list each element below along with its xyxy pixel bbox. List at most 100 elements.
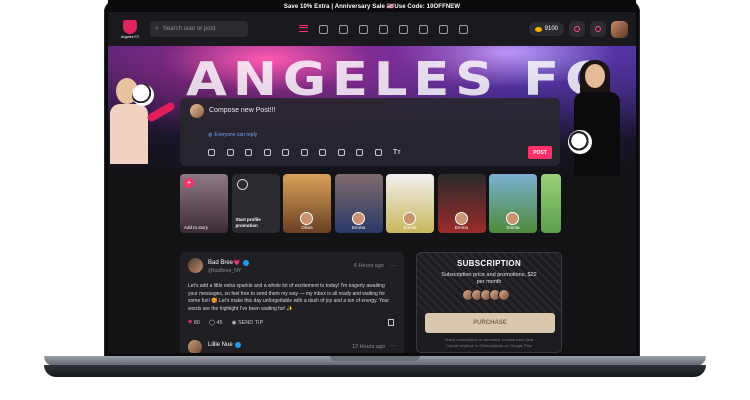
story-item[interactable]: Emma [386,174,434,233]
promotion-icon [236,179,248,190]
post-avatar[interactable] [188,340,202,353]
poll-icon[interactable] [282,149,289,156]
plus-icon: + [184,178,194,188]
calendar-icon[interactable] [337,149,345,156]
story-name: Emma [403,225,417,230]
banner-player-right [564,60,636,176]
gif-icon[interactable] [263,149,271,156]
laptop-base-lip [44,365,706,377]
messages-button[interactable] [590,21,606,37]
story-add[interactable]: + Add to story [180,174,228,233]
story-item[interactable]: Emma [489,174,537,233]
gift-icon[interactable] [419,24,428,34]
image-icon[interactable] [208,149,215,156]
tip-icon: ◉ [231,319,237,326]
post-actions: ♥ 80 ◯ 45 ◉ SEND TIP [188,319,263,326]
logo-label: Angeles FC [120,34,140,39]
compose-avatar [190,104,204,118]
subscription-title: SUBSCRIPTION [456,259,522,268]
story-avatar [506,212,519,225]
story-avatar [300,212,313,225]
verified-icon [234,342,241,348]
users-icon[interactable] [459,24,468,34]
verified-icon [242,259,249,266]
purchase-button[interactable]: PURCHASE [425,313,555,333]
post-time: 6 Hours ago [354,263,384,269]
bookmark-icon[interactable] [319,24,328,34]
story-avatar [351,212,365,225]
story-item[interactable] [540,174,561,233]
story-name: Start profile promotion [235,217,261,228]
video-icon[interactable] [359,24,368,34]
comment-button[interactable]: ◯ 45 [209,320,223,326]
message-icon [595,26,601,32]
banner-player-left [108,76,176,176]
gallery-icon[interactable] [379,24,388,34]
story-item[interactable]: Olivia [283,174,331,233]
like-count: 80 [193,320,200,326]
coins-balance[interactable]: 9100 [528,22,564,36]
search-input[interactable]: ⌕ Search user or post [150,21,248,37]
post-author-name: Lillie Nue [208,342,233,348]
post-avatar[interactable] [188,258,203,273]
story-name: Emma [351,225,365,230]
like-button[interactable]: ♥ 80 [188,319,200,326]
post-author-name: Bad Bree💗 [208,260,241,266]
heart-icon: ♥ [188,319,193,326]
live-icon[interactable] [439,24,448,34]
search-icon: ⌕ [155,25,159,32]
text-box-icon[interactable] [300,149,308,156]
video-icon[interactable] [226,149,234,156]
text-format-icon[interactable]: Tт [393,149,401,156]
story-item[interactable]: Emma [334,174,383,233]
top-nav: Angeles FC ⌕ Search user or post 9100 [108,12,636,46]
mention-icon[interactable] [356,149,363,156]
chart-icon[interactable] [399,24,408,34]
mic-icon[interactable] [245,149,252,156]
send-tip-button[interactable]: ◉ SEND TIP [232,320,264,326]
bookmark-icon[interactable] [388,319,394,326]
story-item[interactable]: Emma [437,174,486,233]
shield-logo-icon [123,19,137,34]
reply-visibility[interactable]: ◍ Everyone can reply [208,132,257,138]
subscription-desc: Subscription price and promotions, $22 p… [417,272,561,286]
laptop-notch [330,356,420,361]
story-promotion[interactable]: Start profile promotion [231,174,280,233]
nav-right: 9100 [528,20,628,38]
menu-icon[interactable] [299,24,308,32]
coin-icon [534,26,542,32]
avatar [498,289,510,301]
laptop-mockup: Save 10% Extra | Anniversary Sale 🇺🇸Use … [0,0,750,400]
nav-icon-group [299,24,468,34]
story-avatar [454,212,468,225]
compose-input[interactable]: Compose new Post!!! [209,107,276,114]
promo-banner[interactable]: Save 10% Extra | Anniversary Sale 🇺🇸Use … [108,0,636,12]
story-name: Olivia [301,225,313,230]
post-author[interactable]: Lillie Nue [208,342,241,348]
compose-box: Compose new Post!!! ◍ Everyone can reply… [180,98,560,166]
story-name: Emma [506,225,520,230]
compose-toolbar: Tт [208,149,401,156]
subscription-note: Yearly subscription is cancelled, renews… [421,337,557,348]
bell-icon [574,26,580,32]
profile-avatar[interactable] [611,20,628,38]
more-options-icon[interactable]: ··· [390,263,396,269]
feed-post-next: Lillie Nue 12 Hours ago ··· [180,338,404,353]
comment-icon: ◯ [208,319,215,326]
site-logo[interactable]: Angeles FC [116,17,144,41]
comment-count: 45 [216,319,223,326]
send-tip-label: SEND TIP [237,319,264,326]
story-name: Add to story [184,225,209,230]
notifications-button[interactable] [569,21,585,37]
image-icon[interactable] [339,24,348,34]
reply-visibility-label: Everyone can reply [214,132,258,138]
clock-icon[interactable] [319,149,326,156]
search-placeholder: Search user or post [162,26,216,32]
post-author[interactable]: Bad Bree💗 [208,259,249,266]
more-options-icon[interactable]: ··· [390,343,396,349]
story-name: Emma [454,225,468,230]
coins-value: 9100 [544,26,558,32]
subscription-note-line2: Cancel anytime in Subscriptions on Googl… [446,342,532,348]
post-button[interactable]: POST [528,146,552,159]
location-icon[interactable] [374,149,382,156]
